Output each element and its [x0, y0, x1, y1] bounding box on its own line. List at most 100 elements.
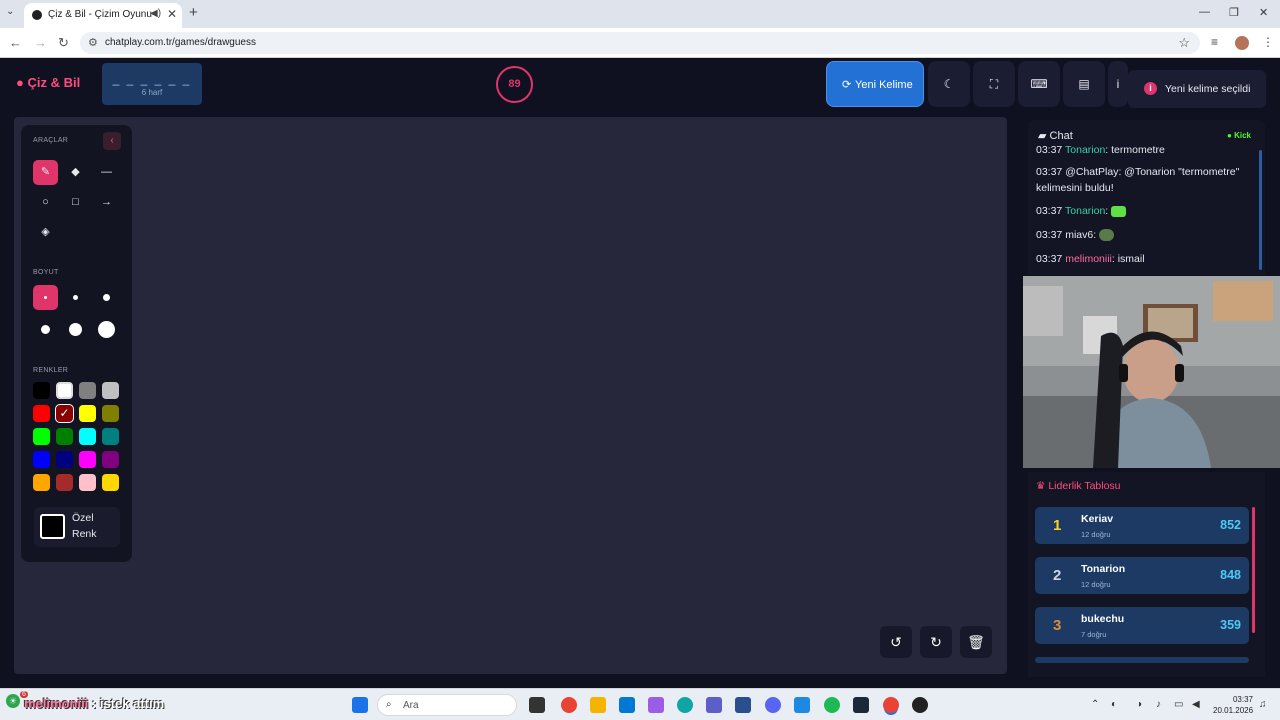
- taskbar-search[interactable]: ⌕ Ara: [377, 694, 517, 716]
- clock-date: 20.01.2026: [1213, 706, 1254, 715]
- size-option-1[interactable]: [33, 285, 58, 310]
- tab-audio-icon[interactable]: ◀): [150, 8, 161, 19]
- edge-icon[interactable]: [677, 697, 693, 713]
- teams-icon[interactable]: [706, 697, 722, 713]
- fullscreen-button[interactable]: ⛶: [973, 61, 1015, 107]
- copilot-icon[interactable]: [648, 697, 664, 713]
- site-info-icon[interactable]: ⚙: [88, 36, 98, 49]
- color-swatch[interactable]: [33, 405, 50, 422]
- reading-list-icon[interactable]: ≡: [1211, 35, 1218, 49]
- drawing-canvas[interactable]: [14, 117, 1007, 674]
- size-option-4[interactable]: [33, 317, 58, 342]
- eraser-tool[interactable]: ◆: [63, 160, 88, 185]
- maximize-icon[interactable]: ❐: [1229, 6, 1239, 19]
- pen-tool[interactable]: ✎: [33, 160, 58, 185]
- size-option-3[interactable]: [94, 285, 119, 310]
- color-swatch[interactable]: [79, 451, 96, 468]
- volume-icon[interactable]: ◀: [1192, 699, 1200, 710]
- archive-button[interactable]: ▤: [1063, 61, 1105, 107]
- reload-icon[interactable]: ↻: [58, 35, 69, 51]
- color-swatch[interactable]: [102, 382, 119, 399]
- size-option-5[interactable]: [63, 317, 88, 342]
- eraser-icon: ◆: [71, 166, 80, 178]
- circle-tool[interactable]: ○: [33, 190, 58, 215]
- msg-text: :: [1105, 205, 1109, 217]
- profile-avatar-icon[interactable]: [1235, 36, 1249, 50]
- custom-color-picker[interactable]: Özel Renk: [34, 507, 120, 547]
- undo-button[interactable]: ↺: [880, 626, 912, 658]
- color-swatch[interactable]: [56, 428, 73, 445]
- weather-icon[interactable]: ☀: [6, 694, 20, 708]
- obs-icon[interactable]: [912, 697, 928, 713]
- color-swatch[interactable]: [102, 474, 119, 491]
- discord-icon[interactable]: [765, 697, 781, 713]
- keyboard-button[interactable]: ⌨: [1018, 61, 1060, 107]
- new-tab-icon[interactable]: +: [189, 4, 198, 21]
- start-menu-icon[interactable]: [352, 697, 368, 713]
- chat-message: 03:37 Tonarion:: [1036, 203, 1258, 219]
- expand-icon: ⛶: [989, 77, 999, 91]
- spotify-icon[interactable]: [824, 697, 840, 713]
- leaderboard-scrollbar[interactable]: [1252, 507, 1255, 633]
- line-tool[interactable]: —: [94, 160, 119, 185]
- back-icon[interactable]: ←: [9, 35, 22, 50]
- tray-overflow-icon[interactable]: ⌃: [1091, 699, 1099, 710]
- steam-icon[interactable]: [853, 697, 869, 713]
- url-field[interactable]: ⚙ chatplay.com.tr/games/drawguess ☆: [80, 32, 1200, 54]
- rectangle-tool[interactable]: □: [63, 190, 88, 215]
- info-button[interactable]: i: [1108, 61, 1128, 107]
- tray-app-icon-2[interactable]: ◑: [1136, 699, 1142, 710]
- dark-mode-button[interactable]: ☾: [928, 61, 970, 107]
- round-timer: 89: [496, 66, 533, 103]
- color-swatch[interactable]: [102, 451, 119, 468]
- rank-number: 1: [1053, 517, 1062, 534]
- color-swatch[interactable]: [33, 474, 50, 491]
- color-swatch[interactable]: [79, 405, 96, 422]
- color-swatch[interactable]: [33, 382, 50, 399]
- color-swatch[interactable]: [102, 428, 119, 445]
- tab-close-icon[interactable]: ✕: [167, 7, 177, 21]
- forward-icon[interactable]: →: [34, 35, 47, 50]
- tab-search-icon[interactable]: ⌄: [6, 6, 14, 17]
- size-option-2[interactable]: [63, 285, 88, 310]
- bookmark-star-icon[interactable]: ☆: [1178, 35, 1190, 51]
- chat-panel: ▰ Chat ● Kick 03:37 Tonarion: termometre…: [1028, 120, 1265, 275]
- task-view-icon[interactable]: [529, 697, 545, 713]
- color-swatch[interactable]: [56, 474, 73, 491]
- msg-user: @ChatPlay: [1065, 166, 1119, 178]
- close-window-icon[interactable]: ✕: [1259, 6, 1268, 19]
- app-logo[interactable]: ● Çiz & Bil: [16, 75, 80, 90]
- chrome-icon[interactable]: [561, 697, 577, 713]
- notification-bell-icon[interactable]: ♫: [1259, 699, 1267, 710]
- color-swatch[interactable]: [79, 428, 96, 445]
- color-swatch[interactable]: ✓: [55, 404, 74, 423]
- color-swatch[interactable]: [102, 405, 119, 422]
- color-swatch[interactable]: [79, 382, 96, 399]
- tray-app-icon[interactable]: ◐: [1111, 699, 1117, 710]
- microphone-icon[interactable]: ♪: [1156, 699, 1161, 710]
- tools-section-title: ARAÇLAR: [33, 137, 69, 144]
- monitor-icon[interactable]: [794, 697, 810, 713]
- color-swatch[interactable]: [56, 451, 73, 468]
- minimize-icon[interactable]: —: [1199, 6, 1210, 18]
- color-swatch[interactable]: [56, 382, 73, 399]
- fill-tool[interactable]: ◈: [33, 220, 58, 245]
- color-swatch[interactable]: [33, 451, 50, 468]
- size-option-6[interactable]: [94, 317, 119, 342]
- color-swatch[interactable]: [33, 428, 50, 445]
- redo-button[interactable]: ↻: [920, 626, 952, 658]
- browser-menu-icon[interactable]: ⋮: [1262, 35, 1274, 49]
- clear-canvas-button[interactable]: 🗑: [960, 626, 992, 658]
- system-clock[interactable]: 03:37 20.01.2026: [1213, 694, 1253, 716]
- chat-scrollbar[interactable]: [1259, 150, 1262, 270]
- arrow-tool[interactable]: →: [94, 190, 119, 215]
- app-icon[interactable]: [735, 697, 751, 713]
- network-icon[interactable]: ▭: [1174, 699, 1183, 710]
- browser-tab[interactable]: Çiz & Bil - Çizim Oyunu ◀) ✕: [24, 3, 182, 28]
- file-explorer-icon[interactable]: [590, 697, 606, 713]
- collapse-panel-button[interactable]: ‹: [103, 132, 121, 150]
- chrome-active-icon[interactable]: [883, 697, 899, 713]
- color-swatch[interactable]: [79, 474, 96, 491]
- store-icon[interactable]: [619, 697, 635, 713]
- new-word-button[interactable]: ⟳ Yeni Kelime: [826, 61, 924, 107]
